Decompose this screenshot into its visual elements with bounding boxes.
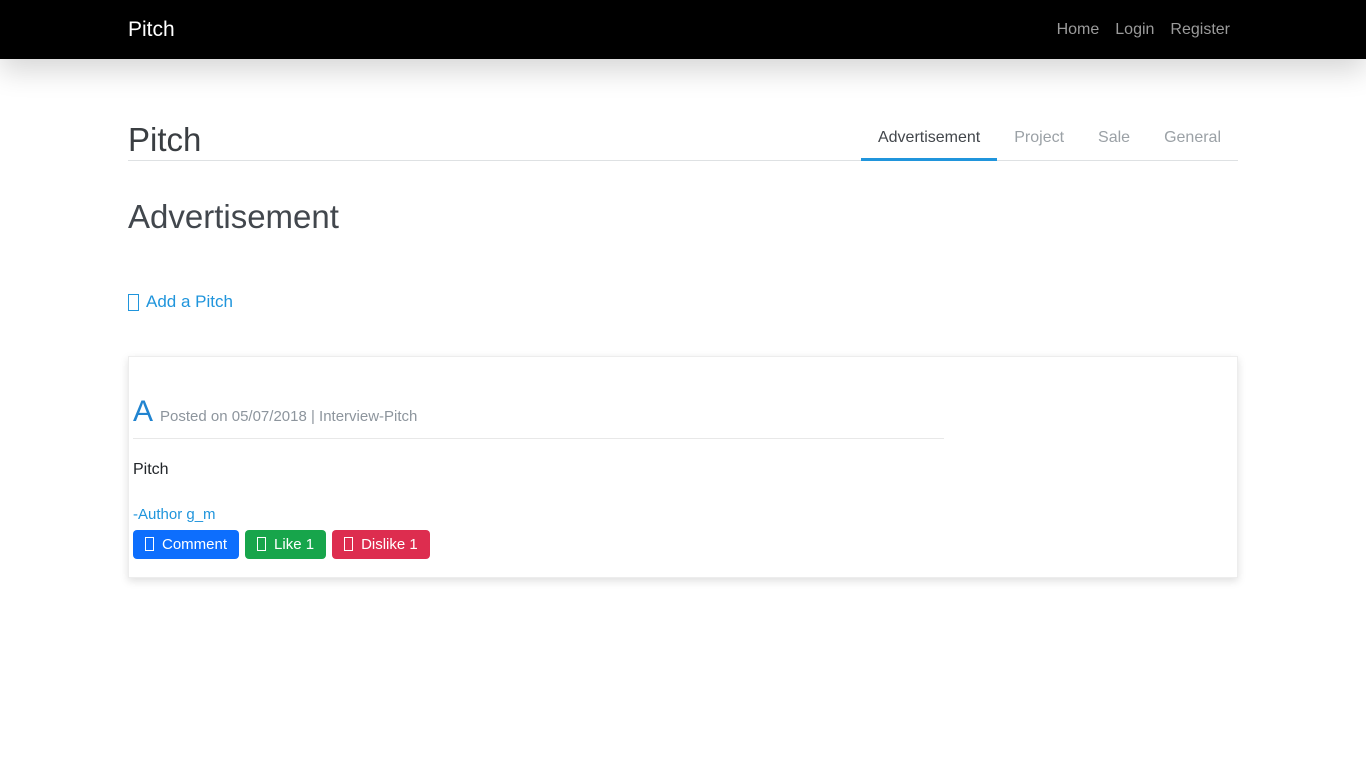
top-navbar: Pitch Home Login Register: [0, 0, 1366, 59]
post-header: A Posted on 05/07/2018 | Interview-Pitch: [133, 396, 1233, 427]
comment-button[interactable]: Comment: [133, 529, 240, 559]
comment-button-label: Comment: [162, 535, 228, 553]
tab-sale[interactable]: Sale: [1081, 115, 1147, 160]
post-meta: Posted on 05/07/2018 | Interview-Pitch: [160, 407, 418, 425]
nav-link-home[interactable]: Home: [1049, 21, 1108, 39]
author-link[interactable]: -Author g_m: [133, 506, 216, 523]
main-content: Pitch Advertisement Project Sale General…: [113, 115, 1253, 578]
comment-icon: [145, 537, 154, 552]
pitch-card: A Posted on 05/07/2018 | Interview-Pitch…: [128, 355, 1238, 578]
category-tabs: Advertisement Project Sale General: [860, 115, 1238, 161]
navbar-brand[interactable]: Pitch: [128, 18, 175, 42]
like-button-label: Like 1: [274, 535, 315, 553]
post-divider: [133, 437, 944, 439]
like-button[interactable]: Like 1: [245, 529, 327, 559]
dislike-button-label: Dislike 1: [361, 535, 418, 553]
tab-general[interactable]: General: [1147, 115, 1238, 160]
dislike-icon: [344, 537, 354, 552]
add-pitch-row: Add a Pitch: [128, 292, 1238, 316]
nav-link-register[interactable]: Register: [1162, 21, 1238, 39]
tab-project[interactable]: Project: [997, 115, 1081, 160]
navbar-links: Home Login Register: [1049, 21, 1238, 39]
dislike-button[interactable]: Dislike 1: [332, 529, 430, 559]
post-body-text: Pitch: [133, 460, 169, 478]
post-actions: Comment Like 1 Dislike 1: [133, 529, 1233, 559]
add-pitch-label: Add a Pitch: [146, 292, 233, 312]
page-header: Pitch Advertisement Project Sale General: [128, 115, 1238, 161]
navbar-container: Pitch Home Login Register: [113, 0, 1253, 59]
like-icon: [257, 537, 267, 552]
section-title: Advertisement: [128, 198, 339, 235]
tab-advertisement[interactable]: Advertisement: [860, 115, 998, 161]
nav-link-login[interactable]: Login: [1107, 21, 1162, 39]
page-title: Pitch: [128, 121, 202, 159]
author-initial-link[interactable]: A: [133, 396, 153, 427]
add-icon: [128, 293, 139, 311]
add-pitch-link[interactable]: Add a Pitch: [128, 292, 233, 312]
